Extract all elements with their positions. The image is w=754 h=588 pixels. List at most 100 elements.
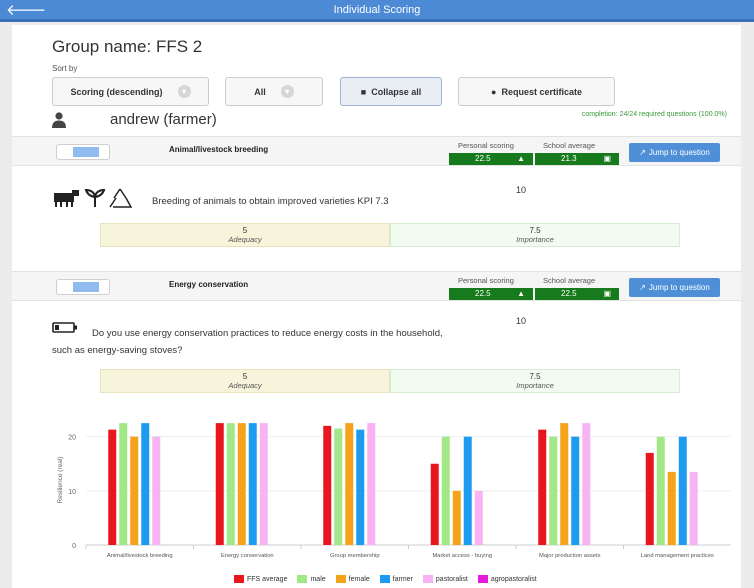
collapse-all-button[interactable]: ■ Collapse all [340, 77, 442, 106]
chart-legend: FFS average male female farmer pastoralist ag… [234, 573, 537, 585]
cow-icon [54, 190, 79, 207]
kpi-icons [54, 188, 133, 208]
group-icon: ▣ [603, 289, 611, 298]
legend-swatch [422, 575, 433, 583]
sort-label: Sort by [52, 64, 78, 73]
card-title: Animal/livestock breeding [169, 145, 269, 154]
personal-score-badge: 22.5 ▲ [449, 153, 533, 165]
battery-icon [52, 322, 77, 333]
y-axis-label: Resilience (real) [57, 457, 64, 504]
adequacy-value: 5 [242, 226, 248, 235]
bar-pastoralist [582, 423, 591, 545]
bar-male [226, 423, 235, 545]
x-tick-label: Major production assets [539, 553, 601, 559]
school-average-badge: 21.3 ▣ [535, 153, 619, 165]
folder-icon: ■ [360, 86, 367, 97]
bar-pastoralist [152, 436, 161, 545]
school-average-label: School average [543, 276, 596, 285]
bar-male [334, 428, 343, 545]
bar-ffs-average [323, 425, 332, 545]
legend-item[interactable]: agropastoralist [477, 575, 537, 583]
request-certificate-button[interactable]: ● Request certificate [458, 77, 615, 106]
jump-to-question-label: Jump to question [648, 283, 710, 292]
page-title: Individual Scoring [333, 4, 421, 16]
adequacy-cell: 5 Adequacy [100, 223, 390, 247]
personal-scoring-label: Personal scoring [458, 276, 514, 285]
importance-value: 7.5 [529, 372, 541, 381]
adequacy-value: 5 [242, 372, 248, 381]
bar-male [441, 436, 450, 545]
card-toggle[interactable] [56, 144, 110, 160]
legend-item[interactable]: male [297, 575, 326, 583]
legend-label: agropastoralist [490, 575, 537, 583]
jump-to-question-button[interactable]: ↗ Jump to question [629, 143, 720, 162]
bar-female [237, 423, 246, 545]
person-icon: ▲ [517, 289, 525, 298]
question-text: Breeding of animals to obtain improved v… [152, 196, 389, 207]
x-tick-label: Land management practices [641, 553, 714, 559]
bar-farmer [356, 429, 365, 545]
adequacy-label: Adequacy [228, 235, 262, 244]
legend-swatch [234, 575, 244, 583]
score-bar: 5 Adequacy 7.5 Importance [100, 369, 680, 393]
sort-order-value: Scoring (descending) [70, 86, 163, 97]
legend-label: male [310, 575, 326, 583]
legend-label: female [348, 575, 370, 583]
x-tick-label: Group membership [330, 553, 380, 559]
bar-pastoralist [367, 423, 376, 545]
bar-ffs-average [645, 452, 654, 545]
x-tick-label: Animal/livestock breeding [107, 553, 173, 559]
x-tick-label: Energy conservation [221, 553, 274, 559]
legend-item[interactable]: female [335, 575, 370, 583]
resilience-chart: 0 10 20 Resilience (real) Animal/livestock b… [57, 423, 731, 559]
bar-farmer [463, 436, 472, 545]
legend-label: FFS average [247, 575, 288, 583]
personal-score-value: 22.5 [475, 154, 491, 163]
jump-to-question-button[interactable]: ↗ Jump to question [629, 278, 720, 297]
chevron-down-icon: ▾ [177, 85, 191, 98]
bar-male [656, 436, 665, 545]
legend-item[interactable]: farmer [379, 575, 413, 583]
legend-item[interactable]: pastoralist [422, 575, 468, 583]
bar-female [130, 436, 139, 545]
legend-item[interactable]: FFS average [234, 575, 287, 583]
bar-female [452, 490, 461, 545]
school-average-value: 21.3 [561, 154, 577, 163]
external-link-icon: ↗ [639, 148, 646, 157]
question-text-line2: such as energy-saving stoves? [52, 345, 183, 356]
external-link-icon: ↗ [639, 283, 646, 292]
collapse-all-label: Collapse all [371, 86, 422, 97]
question-weight: 10 [516, 316, 527, 326]
bar-ffs-average [538, 429, 547, 545]
card-header-energy-conservation: Energy conservation Personal scoring 22.… [12, 271, 741, 301]
y-tick-label: 10 [68, 489, 76, 496]
card-header-animal-breeding: Animal/livestock breeding Personal scori… [12, 136, 741, 166]
sort-order-select[interactable]: Scoring (descending) ▾ [52, 77, 209, 106]
bar-pastoralist [474, 490, 483, 545]
user-name: andrew (farmer) [110, 111, 217, 128]
legend-swatch [335, 575, 346, 583]
bar-pastoralist [689, 471, 698, 545]
importance-cell: 7.5 Importance [390, 369, 680, 393]
score-bar: 5 Adequacy 7.5 Importance [100, 223, 680, 247]
importance-value: 7.5 [529, 226, 541, 235]
completion-status: completion: 24/24 required questions (10… [581, 111, 727, 118]
filter-select[interactable]: All ▾ [225, 77, 323, 106]
importance-label: Importance [516, 235, 554, 244]
bar-farmer [248, 423, 257, 545]
y-tick-label: 0 [72, 543, 76, 550]
bar-farmer [141, 423, 150, 545]
bar-ffs-average [108, 429, 117, 545]
importance-cell: 7.5 Importance [390, 223, 680, 247]
person-icon: ▲ [517, 154, 525, 163]
bar-ffs-average [430, 463, 439, 545]
school-average-badge: 22.5 ▣ [535, 288, 619, 300]
adequacy-cell: 5 Adequacy [100, 369, 390, 393]
request-certificate-label: Request certificate [501, 86, 582, 97]
school-average-label: School average [543, 141, 596, 150]
top-bar: 🡐 Individual Scoring [0, 0, 754, 22]
bar-female [667, 471, 676, 545]
card-toggle[interactable] [56, 279, 110, 295]
user-icon [52, 112, 66, 128]
legend-label: farmer [392, 575, 413, 583]
